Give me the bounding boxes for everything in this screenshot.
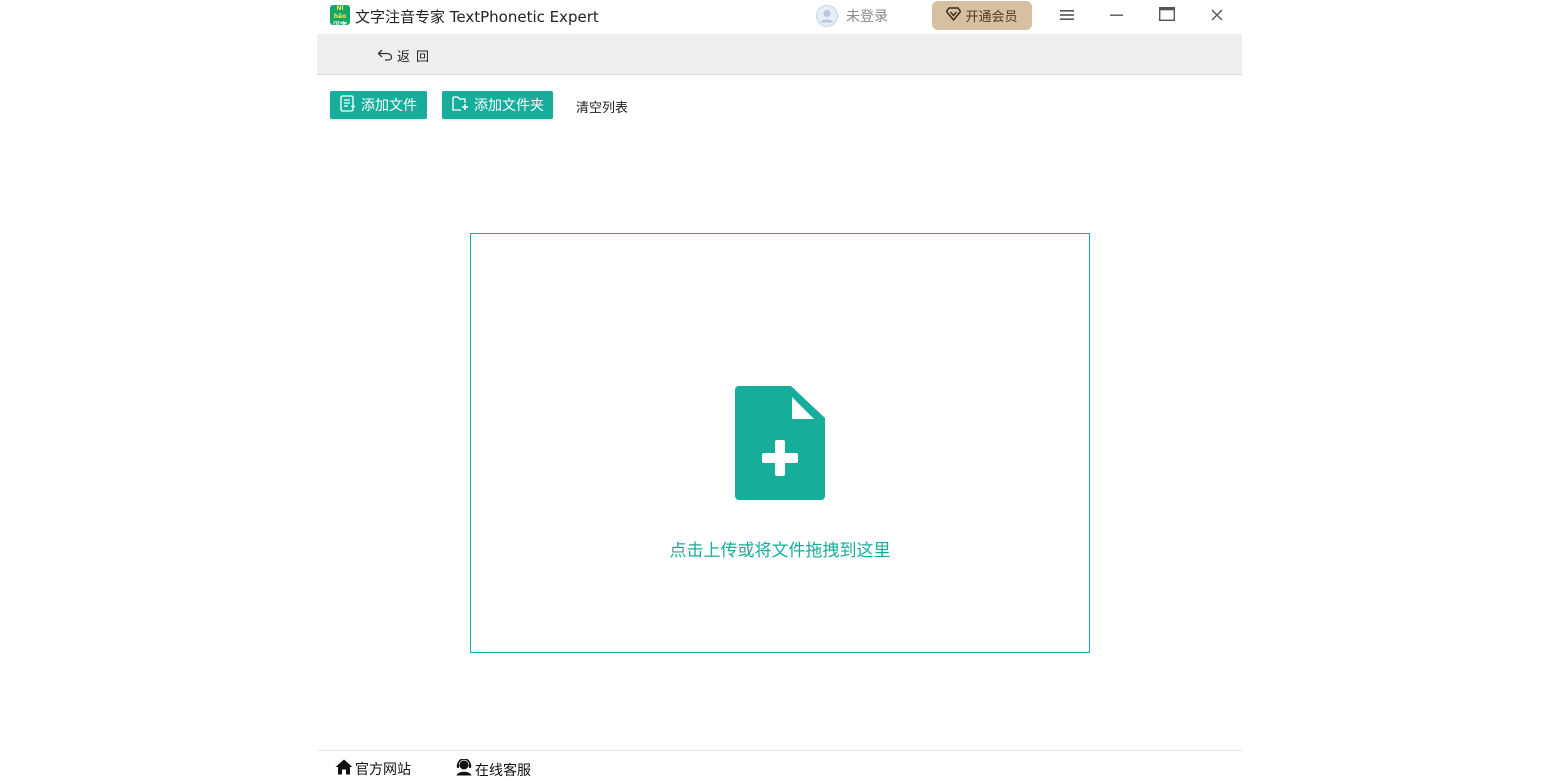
close-icon [1211,6,1223,25]
online-support-link[interactable]: 在线客服 [455,758,531,780]
online-support-label: 在线客服 [475,762,531,779]
add-folder-button[interactable]: 添加文件夹 [442,91,553,119]
drop-zone-hint: 点击上传或将文件拖拽到这里 [669,541,891,561]
back-label: 返回 [397,50,436,65]
clear-list-button[interactable]: 清空列表 [576,97,628,116]
menu-button[interactable] [1054,4,1080,26]
maximize-button[interactable] [1154,4,1180,26]
official-website-link[interactable]: 官方网站 [335,759,411,779]
support-agent-icon [455,758,473,780]
minimize-icon [1110,6,1124,25]
app-logo-pinyin: Nǐ hǎo [333,5,347,20]
login-status-text: 未登录 [846,9,888,25]
home-icon [335,759,353,779]
open-vip-button[interactable]: 开通会员 [932,1,1032,30]
file-add-icon [735,386,825,504]
close-button[interactable] [1204,4,1230,26]
folder-add-icon [452,95,469,116]
add-folder-label: 添加文件夹 [474,98,544,114]
app-title: 文字注音专家 TextPhonetic Expert [355,8,599,26]
back-button[interactable]: 返回 [377,46,435,65]
maximize-icon [1158,6,1176,25]
back-bar: 返回 [317,34,1242,75]
file-list-icon [340,94,356,116]
back-arrow-icon [377,46,393,65]
app-logo-text: 汉字 [333,21,347,29]
app-logo: Nǐ hǎo 汉字 [330,5,350,29]
title-bar: Nǐ hǎo 汉字 文字注音专家 TextPhonetic Expert 未登录 [317,0,1242,34]
avatar-icon [816,5,838,27]
official-website-label: 官方网站 [355,762,411,778]
menu-icon [1060,6,1074,25]
login-button[interactable]: 未登录 [816,4,888,28]
minimize-button[interactable] [1104,4,1130,26]
add-file-label: 添加文件 [361,98,417,114]
app-window: Nǐ hǎo 汉字 文字注音专家 TextPhonetic Expert 未登录 [317,0,1242,781]
footer-bar: 官方网站 在线客服 [317,750,1242,781]
file-drop-zone[interactable]: 点击上传或将文件拖拽到这里 [470,233,1090,653]
add-file-button[interactable]: 添加文件 [330,91,427,119]
vip-label: 开通会员 [965,10,1018,25]
diamond-icon [946,6,962,25]
